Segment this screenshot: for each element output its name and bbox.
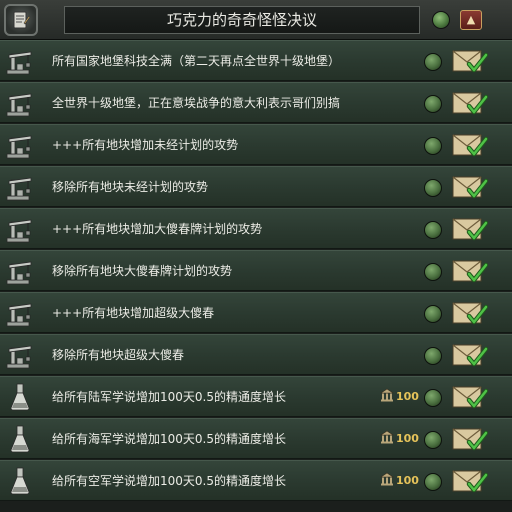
crane-icon	[4, 340, 36, 370]
panel-title: 巧克力的奇奇怪怪决议	[64, 6, 420, 34]
flask-icon	[4, 382, 36, 412]
envelope-check-icon	[452, 176, 489, 199]
decision-row[interactable]: +++所有地块增加大傻春牌计划的攻势	[0, 208, 512, 249]
envelope-check-icon	[452, 302, 489, 325]
decision-row[interactable]: 移除所有地块未经计划的攻势	[0, 166, 512, 207]
accept-decision-button[interactable]	[452, 383, 489, 411]
decision-label: 移除所有地块超级大傻春	[52, 348, 185, 362]
decision-label: 给所有空军学说增加100天0.5的精通度增长	[52, 474, 286, 488]
decision-row[interactable]: 给所有海军学说增加100天0.5的精通度增长 100	[0, 418, 512, 459]
decision-row[interactable]: 所有国家地堡科技全满（第二天再点全世界十级地堡）	[0, 40, 512, 81]
envelope-check-icon	[452, 92, 489, 115]
decision-row[interactable]: 全世界十级地堡，正在意埃战争的意大利表示哥们别搞	[0, 82, 512, 123]
crane-icon	[4, 298, 36, 328]
envelope-check-icon	[452, 470, 489, 493]
accept-decision-button[interactable]	[452, 341, 489, 369]
political-power-icon	[380, 430, 394, 450]
envelope-check-icon	[452, 428, 489, 451]
envelope-check-icon	[452, 386, 489, 409]
envelope-check-icon	[452, 344, 489, 367]
accept-decision-button[interactable]	[452, 215, 489, 243]
collapse-button[interactable]: ▲	[460, 10, 482, 30]
decision-label: +++所有地块增加超级大傻春	[52, 306, 215, 320]
status-dot-icon	[424, 53, 442, 71]
accept-decision-button[interactable]	[452, 131, 489, 159]
decision-label: 给所有陆军学说增加100天0.5的精通度增长	[52, 390, 286, 404]
political-power-cost: 100	[380, 388, 419, 406]
accept-decision-button[interactable]	[452, 257, 489, 285]
cost-value: 100	[396, 390, 419, 403]
decision-row[interactable]: 给所有空军学说增加100天0.5的精通度增长 100	[0, 460, 512, 501]
decision-label: 移除所有地块未经计划的攻势	[52, 180, 209, 194]
decision-label: 全世界十级地堡，正在意埃战争的意大利表示哥们别搞	[52, 96, 341, 110]
decision-row[interactable]: 给所有陆军学说增加100天0.5的精通度增长 100	[0, 376, 512, 417]
flask-icon	[4, 466, 36, 496]
decision-panel-header: 巧克力的奇奇怪怪决议 ▲	[0, 0, 512, 40]
accept-decision-button[interactable]	[452, 173, 489, 201]
envelope-check-icon	[452, 218, 489, 241]
accept-decision-button[interactable]	[452, 425, 489, 453]
status-dot-icon	[424, 221, 442, 239]
decision-label: 所有国家地堡科技全满（第二天再点全世界十级地堡）	[52, 54, 341, 68]
political-power-cost: 100	[380, 430, 419, 448]
status-dot-icon	[424, 305, 442, 323]
crane-icon	[4, 256, 36, 286]
decision-label: 给所有海军学说增加100天0.5的精通度增长	[52, 432, 286, 446]
crane-icon	[4, 214, 36, 244]
decision-row[interactable]: 移除所有地块超级大傻春	[0, 334, 512, 375]
decision-row[interactable]: +++所有地块增加超级大傻春	[0, 292, 512, 333]
toggle-indicator-icon[interactable]	[432, 11, 450, 29]
accept-decision-button[interactable]	[452, 467, 489, 495]
envelope-check-icon	[452, 50, 489, 73]
envelope-check-icon	[452, 134, 489, 157]
crane-icon	[4, 46, 36, 76]
status-dot-icon	[424, 389, 442, 407]
status-dot-icon	[424, 95, 442, 113]
status-dot-icon	[424, 263, 442, 281]
status-dot-icon	[424, 179, 442, 197]
decision-label: +++所有地块增加大傻春牌计划的攻势	[52, 222, 263, 236]
political-power-cost: 100	[380, 472, 419, 490]
status-dot-icon	[424, 347, 442, 365]
crane-icon	[4, 88, 36, 118]
crane-icon	[4, 172, 36, 202]
decision-row[interactable]: 移除所有地块大傻春牌计划的攻势	[0, 250, 512, 291]
crane-icon	[4, 130, 36, 160]
accept-decision-button[interactable]	[452, 299, 489, 327]
accept-decision-button[interactable]	[452, 89, 489, 117]
status-dot-icon	[424, 137, 442, 155]
status-dot-icon	[424, 473, 442, 491]
decision-row[interactable]: +++所有地块增加未经计划的攻势	[0, 124, 512, 165]
chevron-up-icon: ▲	[466, 13, 476, 26]
status-dot-icon	[424, 431, 442, 449]
cost-value: 100	[396, 474, 419, 487]
decision-label: +++所有地块增加未经计划的攻势	[52, 138, 239, 152]
decision-label: 移除所有地块大傻春牌计划的攻势	[52, 264, 233, 278]
envelope-check-icon	[452, 260, 489, 283]
cost-value: 100	[396, 432, 419, 445]
political-power-icon	[380, 472, 394, 492]
accept-decision-button[interactable]	[452, 47, 489, 75]
political-power-icon	[380, 388, 394, 408]
flask-icon	[4, 424, 36, 454]
decision-scroll-icon	[4, 4, 38, 36]
